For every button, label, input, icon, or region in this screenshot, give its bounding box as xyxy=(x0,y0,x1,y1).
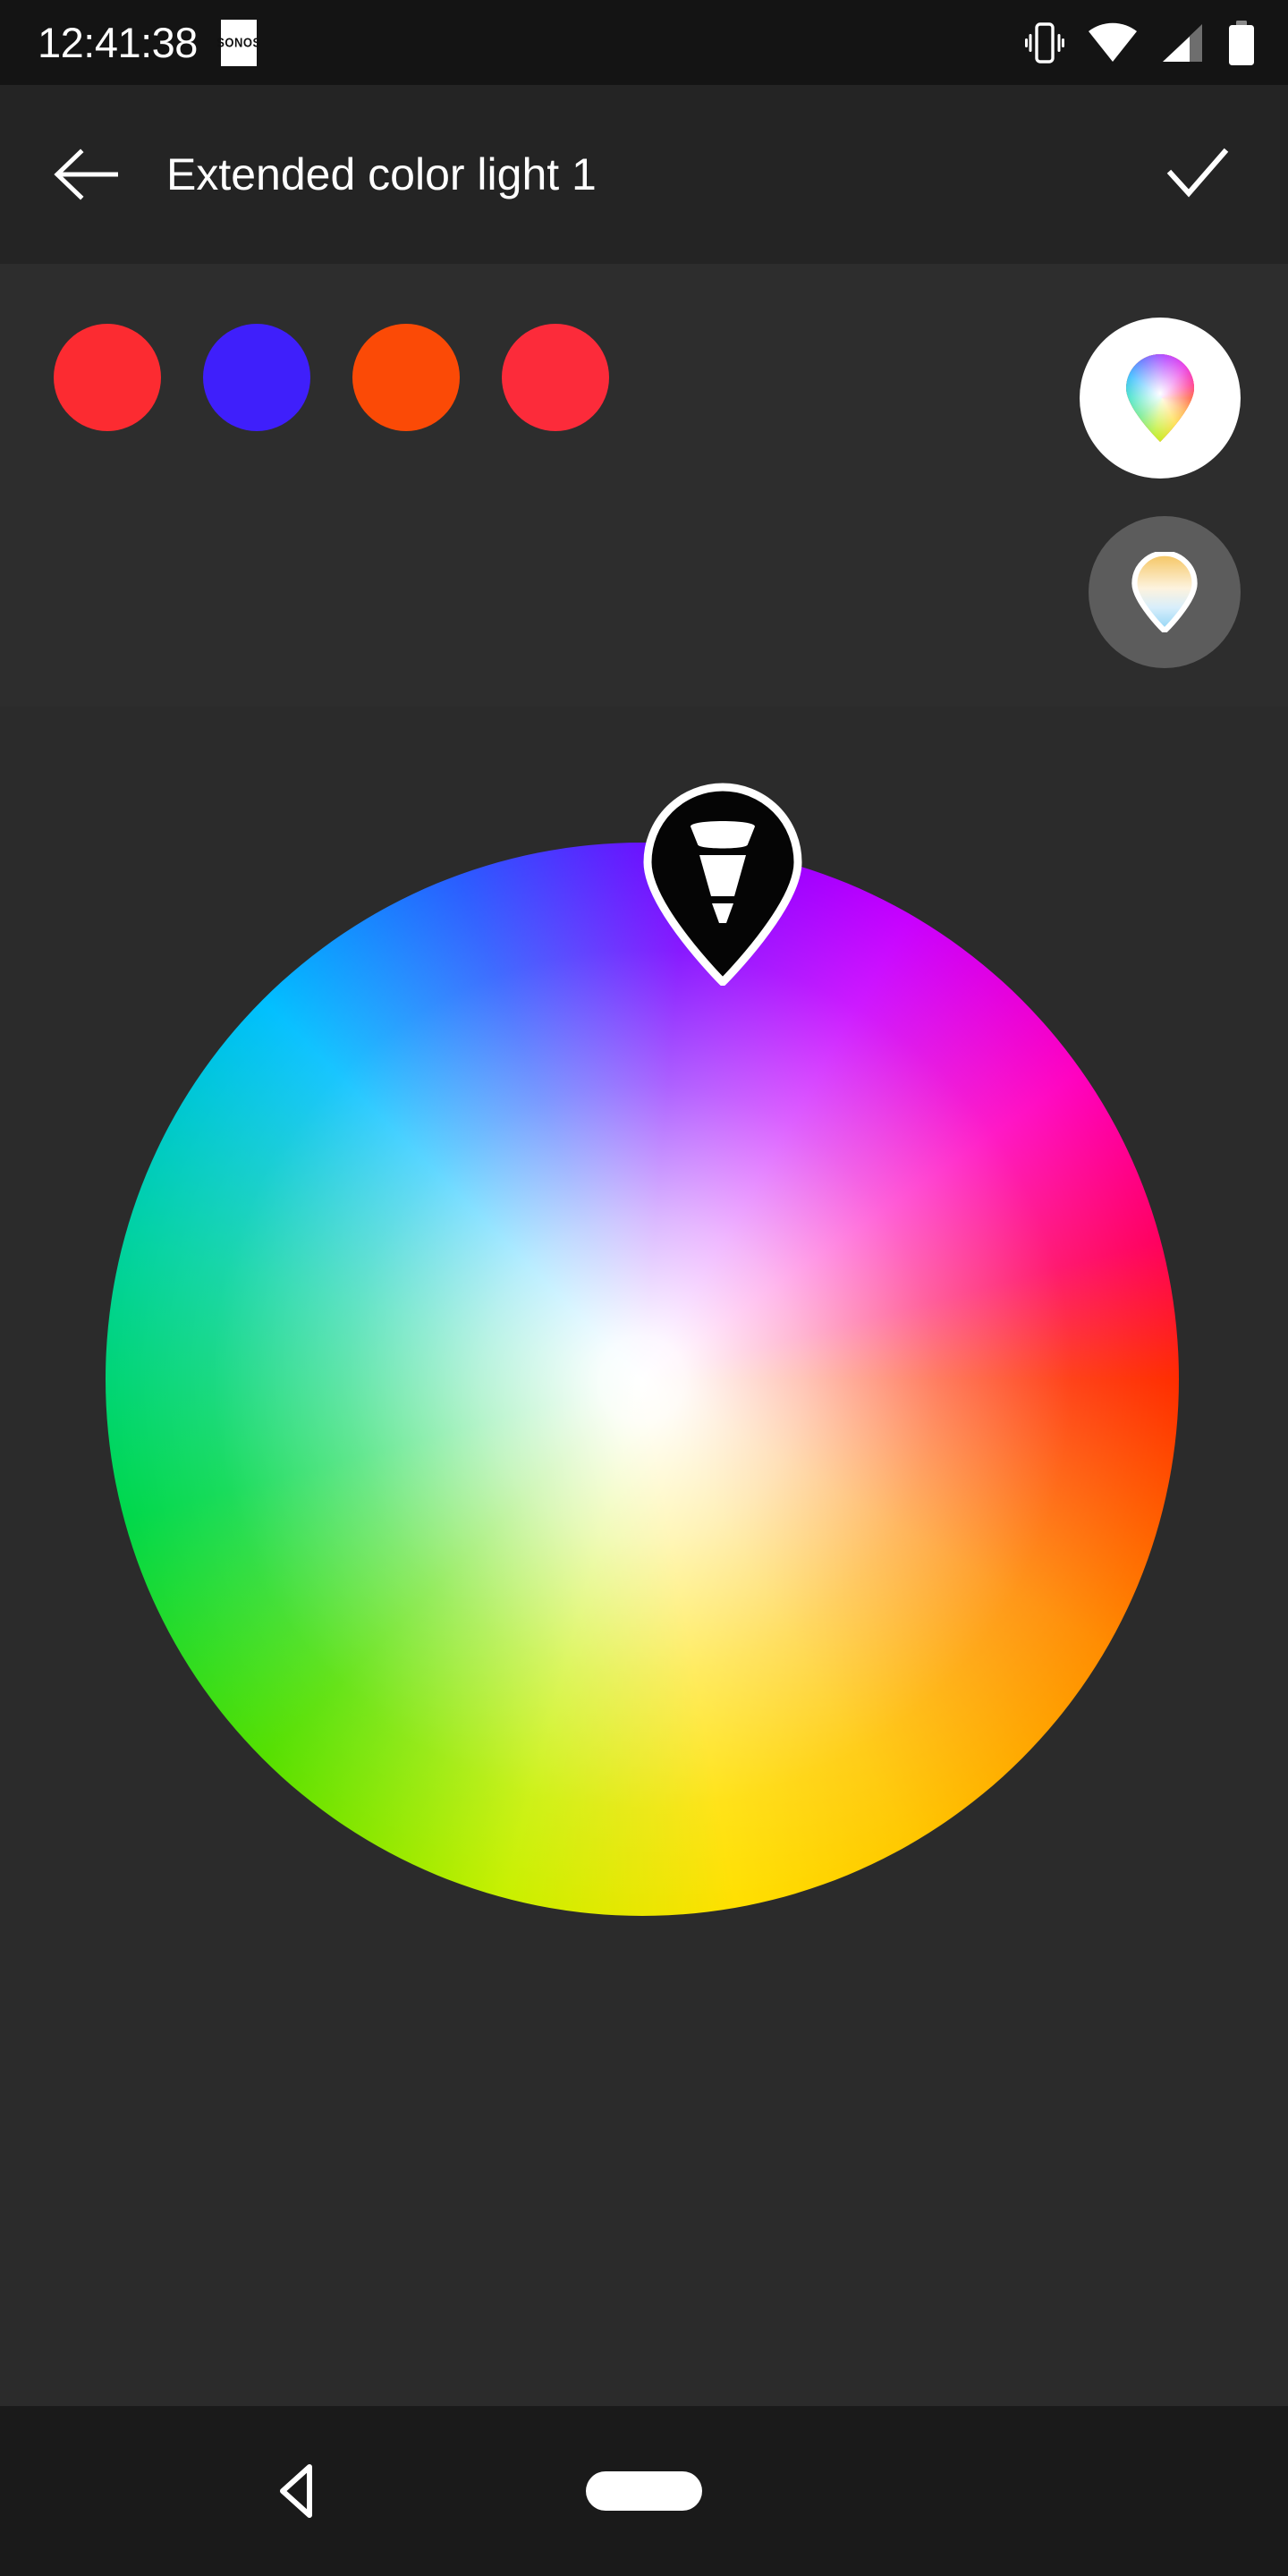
preset-swatch-3[interactable] xyxy=(352,324,460,431)
wifi-icon xyxy=(1089,22,1137,62)
nav-home-button[interactable] xyxy=(586,2471,702,2511)
back-button[interactable] xyxy=(34,121,141,228)
status-bar: 12:41:38 SONOS xyxy=(0,0,1288,85)
nav-back-button[interactable] xyxy=(250,2442,349,2540)
white-mode-button[interactable] xyxy=(1089,516,1241,668)
rainbow-bulb-icon xyxy=(1126,354,1194,442)
nav-back-icon xyxy=(280,2464,312,2518)
sonos-notification-icon: SONOS xyxy=(216,19,260,66)
vibrate-icon xyxy=(1025,21,1064,64)
system-nav-bar xyxy=(0,2406,1288,2576)
preset-swatch-row xyxy=(54,324,609,431)
checkmark-icon xyxy=(1166,148,1229,198)
preset-swatch-2[interactable] xyxy=(203,324,310,431)
page-title: Extended color light 1 xyxy=(166,149,597,199)
preset-swatch-4[interactable] xyxy=(502,324,609,431)
battery-icon xyxy=(1229,20,1254,65)
cellular-signal-icon xyxy=(1163,23,1202,62)
status-clock: 12:41:38 xyxy=(38,19,198,66)
app-bar: Extended color light 1 xyxy=(0,85,1288,264)
status-icons xyxy=(1025,20,1256,66)
sonos-notification-label: SONOS xyxy=(216,34,261,51)
app-screen: 12:41:38 SONOS Extended color light 1 xyxy=(0,0,1288,2576)
preset-panel xyxy=(0,264,1288,707)
color-wheel-panel xyxy=(0,707,1288,2406)
light-bulb-marker-icon[interactable] xyxy=(633,780,812,986)
back-arrow-icon xyxy=(54,148,118,200)
color-mode-button[interactable] xyxy=(1080,318,1241,479)
confirm-button[interactable] xyxy=(1148,125,1247,224)
preset-swatch-1[interactable] xyxy=(54,324,161,431)
color-wheel[interactable] xyxy=(106,783,1179,1916)
white-bulb-icon xyxy=(1131,552,1198,632)
